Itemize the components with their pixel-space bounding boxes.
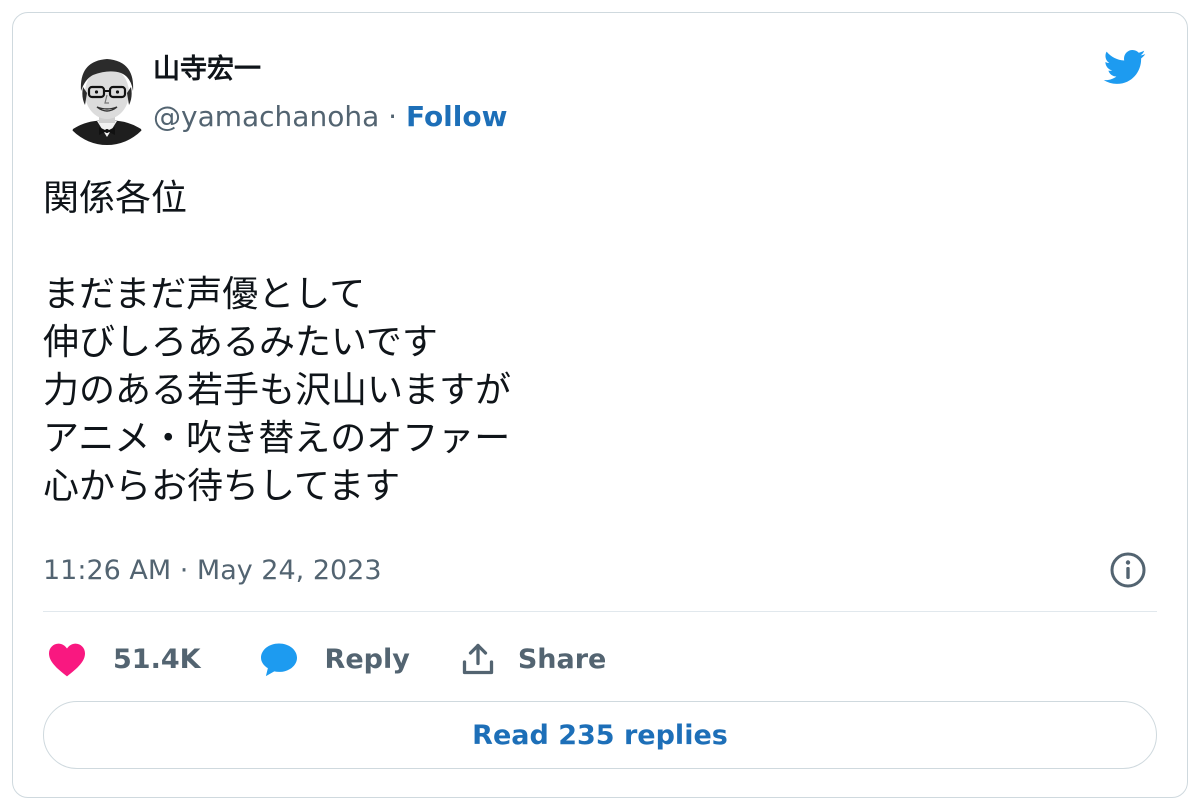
avatar-portrait-icon: [59, 49, 155, 145]
twitter-bird-icon[interactable]: [1099, 45, 1149, 89]
reply-label: Reply: [324, 643, 410, 675]
info-icon[interactable]: [1109, 551, 1147, 589]
read-replies-button[interactable]: Read 235 replies: [43, 701, 1157, 769]
handle-separator: ·: [379, 100, 406, 133]
share-button[interactable]: Share: [460, 641, 607, 677]
author-display-name[interactable]: 山寺宏一: [153, 53, 261, 87]
share-label: Share: [517, 643, 607, 675]
author-handle-row: @yamachanoha · Follow: [153, 99, 507, 135]
tweet-timestamp[interactable]: 11:26 AM · May 24, 2023: [43, 553, 382, 589]
avatar[interactable]: [59, 47, 155, 147]
tweet-card: 山寺宏一 @yamachanoha · Follow 関係各位 まだまだ声優とし…: [12, 12, 1188, 798]
share-upload-icon: [462, 643, 493, 675]
tweet-text: 関係各位 まだまだ声優として 伸びしろあるみたいです 力のある若手も沢山いますが…: [43, 178, 512, 507]
follow-button[interactable]: Follow: [406, 100, 508, 133]
like-count: 51.4K: [113, 643, 201, 675]
read-replies-label: Read 235 replies: [472, 719, 728, 751]
speech-bubble-icon: [260, 643, 297, 677]
like-button[interactable]: 51.4K: [47, 641, 201, 677]
author-handle[interactable]: @yamachanoha: [153, 100, 379, 133]
action-bar: 51.4K Reply Share: [47, 637, 606, 681]
divider: [43, 611, 1157, 612]
heart-icon: [49, 643, 85, 677]
reply-button[interactable]: Reply: [259, 641, 410, 677]
